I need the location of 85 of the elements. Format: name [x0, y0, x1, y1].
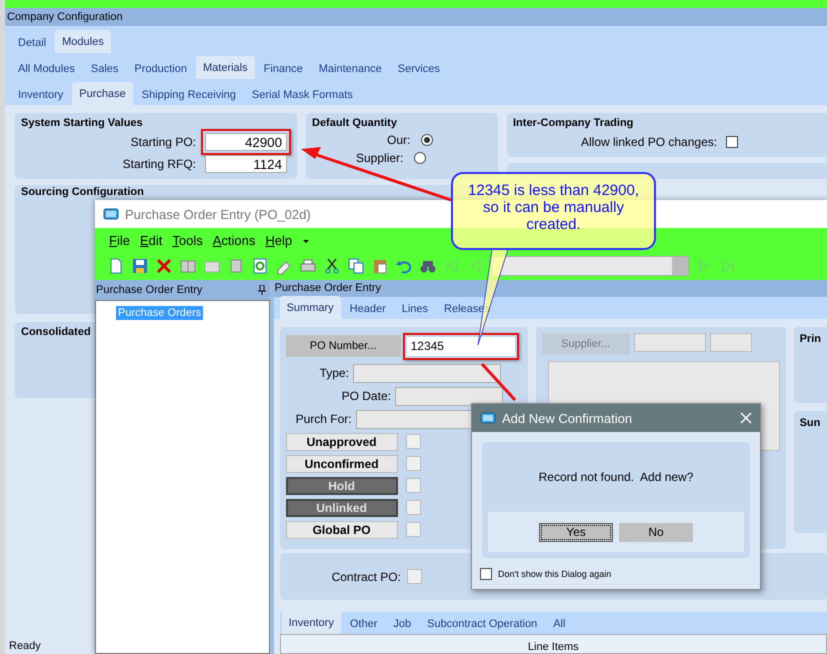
checkbox[interactable]: [406, 456, 421, 472]
number-field[interactable]: 42900: [205, 133, 287, 151]
field-label: Starting PO:: [130, 135, 196, 149]
checkbox[interactable]: [406, 434, 421, 450]
close-icon[interactable]: [740, 412, 752, 424]
tab[interactable]: Lines: [394, 298, 436, 319]
column-header: Line Items: [528, 641, 579, 653]
type-dropdown[interactable]: [352, 364, 501, 383]
scissors-icon[interactable]: [323, 257, 341, 275]
checkbox-label: Don't show this Dialog again: [498, 569, 612, 579]
tab[interactable]: Inventory: [282, 611, 341, 634]
tab[interactable]: Maintenance: [312, 59, 389, 79]
tab[interactable]: Materials: [196, 56, 255, 79]
tab[interactable]: All Modules: [11, 59, 82, 79]
field-label: Starting RFQ:: [122, 157, 196, 171]
tab[interactable]: Services: [390, 59, 447, 79]
section-title: Prin: [800, 332, 821, 345]
section-title: Default Quantity: [312, 117, 398, 129]
app-icon: [103, 208, 119, 220]
field-label: Contract PO:: [332, 570, 401, 584]
supplier-field[interactable]: [634, 332, 706, 352]
tab[interactable]: Other: [342, 614, 384, 634]
tab[interactable]: Summary: [280, 296, 341, 319]
menu-item[interactable]: Tools: [172, 232, 203, 248]
window-title: Purchase Order Entry (PO_02d): [125, 206, 311, 222]
po-number-field[interactable]: 12345: [406, 336, 515, 356]
checkbox[interactable]: [406, 500, 421, 516]
tab[interactable]: Shipping Receiving: [134, 85, 243, 105]
status-button[interactable]: Unconfirmed: [286, 454, 398, 473]
po-number-button[interactable]: PO Number...: [286, 335, 401, 358]
tab[interactable]: Finance: [256, 59, 310, 79]
window-title: Company Configuration: [5, 8, 827, 26]
radio-button[interactable]: [421, 134, 434, 146]
section-title: Consolidated: [21, 326, 92, 338]
tab[interactable]: Modules: [55, 30, 111, 53]
menu-item[interactable]: Actions: [212, 232, 256, 248]
status-button[interactable]: Unapproved: [286, 432, 398, 451]
tab[interactable]: All: [546, 614, 572, 634]
section-title: System Starting Values: [21, 117, 144, 129]
checkbox[interactable]: [406, 478, 421, 494]
dialog-button[interactable]: Yes: [539, 522, 613, 542]
tab[interactable]: Sales: [84, 59, 126, 79]
status-button[interactable]: Global PO: [286, 520, 398, 539]
tab[interactable]: Detail: [11, 33, 54, 53]
text-field[interactable]: [710, 332, 752, 352]
field-label: PO Date:: [342, 389, 391, 404]
tab[interactable]: Purchase: [72, 82, 133, 105]
dialog-button[interactable]: No: [619, 522, 693, 542]
dialog-title: Add New Confirmation: [502, 410, 632, 426]
checkbox[interactable]: [726, 136, 738, 148]
field-label: Purch For:: [296, 412, 352, 426]
radio-label: Our:: [387, 133, 410, 147]
tab[interactable]: Header: [342, 298, 393, 319]
section-title: Sun: [800, 416, 820, 429]
number-field[interactable]: 1124: [205, 155, 287, 173]
tab[interactable]: Inventory: [11, 85, 70, 105]
checkbox[interactable]: [406, 522, 421, 538]
radio-button[interactable]: [414, 152, 426, 164]
radio-label: Supplier:: [356, 151, 404, 165]
delete-icon[interactable]: [155, 257, 173, 275]
tab[interactable]: Serial Mask Formats: [244, 85, 360, 105]
section-title: Inter-Company Trading: [513, 117, 634, 129]
date-field[interactable]: [394, 386, 503, 406]
tab[interactable]: Production: [127, 59, 194, 79]
paste-icon[interactable]: [371, 257, 389, 275]
checkbox[interactable]: [480, 568, 492, 580]
menu-item[interactable]: File: [109, 232, 130, 248]
checkbox[interactable]: [406, 569, 422, 584]
field-label: Type:: [320, 366, 349, 380]
status-button[interactable]: Hold: [286, 476, 398, 495]
tab[interactable]: Job: [386, 614, 418, 634]
copy-icon[interactable]: [347, 257, 365, 275]
checkbox-label: Allow linked PO changes:: [581, 135, 718, 149]
refresh-icon[interactable]: [251, 257, 269, 275]
tab[interactable]: Subcontract Operation: [420, 614, 544, 634]
app-icon: [480, 412, 496, 424]
menu-item[interactable]: Edit: [140, 232, 162, 248]
menu-item[interactable]: Help: [265, 232, 292, 248]
status-button[interactable]: Unlinked: [286, 498, 398, 517]
save-icon[interactable]: [131, 257, 149, 275]
dialog-message: Record not found. Add new?: [538, 470, 694, 484]
pane-title: Purchase Order Entry: [274, 282, 381, 294]
pin-icon[interactable]: [258, 285, 266, 295]
callout: 12345 is less than 42900, so it can be manually created.: [451, 172, 656, 250]
pane-title: Purchase Order Entry: [96, 284, 202, 296]
